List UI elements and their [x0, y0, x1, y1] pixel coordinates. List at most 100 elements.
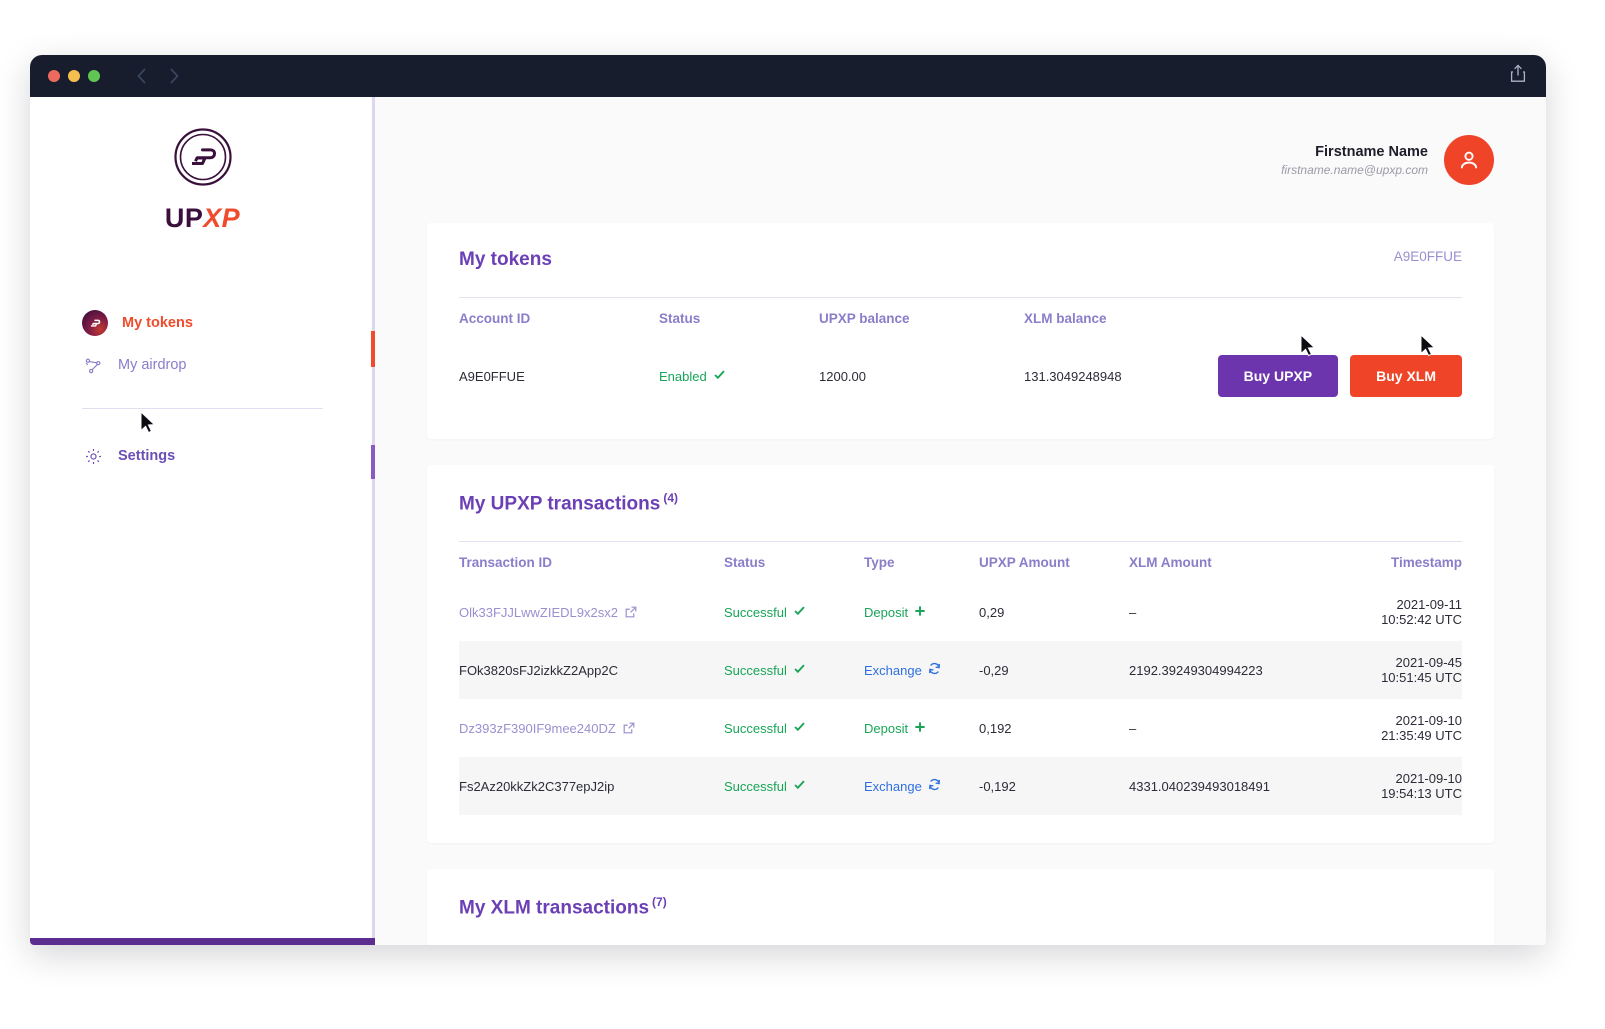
- cell-type: Deposit: [864, 699, 979, 757]
- table-header-row: Account ID Status UPXP balance XLM balan…: [459, 298, 1462, 340]
- table-row: Fs2Az20kkZk2C377epJ2ipSuccessfulExchange…: [459, 757, 1462, 815]
- cell-type: Exchange: [864, 757, 979, 815]
- buy-upxp-button[interactable]: Buy UPXP: [1218, 355, 1338, 397]
- cell-upxp-amount: -0,192: [979, 757, 1129, 815]
- col-xlm-balance: XLM balance: [1024, 298, 1149, 340]
- col-xlm-amount: XLM Amount: [1129, 542, 1379, 584]
- xlm-transactions-card: My XLM transactions(7) Transaction ID St…: [427, 869, 1494, 945]
- chevron-right-icon[interactable]: [169, 67, 180, 85]
- window-body: UPXP My tokens: [30, 97, 1546, 945]
- share-icon[interactable]: [1510, 64, 1526, 88]
- external-link-icon[interactable]: [623, 722, 635, 734]
- brand-wordmark-xp: XP: [203, 203, 240, 233]
- airdrop-icon: [82, 354, 104, 376]
- cell-upxp-amount: -0,29: [979, 641, 1129, 699]
- status-badge: Enabled: [659, 369, 707, 384]
- window-controls[interactable]: [48, 70, 100, 82]
- section-count: (4): [663, 491, 678, 505]
- cell-type: Deposit: [864, 583, 979, 641]
- type-label: Exchange: [864, 663, 922, 678]
- cell-transaction-id: Dz393zF390IF9mee240DZ: [459, 699, 724, 757]
- cell-xlm-amount: 2192.39249304994223: [1129, 641, 1379, 699]
- minimize-window-button[interactable]: [68, 70, 80, 82]
- sidebar-item-my-tokens[interactable]: My tokens: [82, 302, 323, 344]
- upxp-transactions-card: My UPXP transactions(4) Transaction ID S…: [427, 465, 1494, 843]
- check-icon: [793, 720, 806, 736]
- upxp-logo-icon: [173, 127, 233, 187]
- cell-timestamp: 2021-09-10 19:54:13 UTC: [1379, 757, 1462, 815]
- section-count: (7): [652, 895, 667, 909]
- brand-logo: UPXP: [30, 127, 375, 234]
- col-type: Type: [864, 542, 979, 584]
- user-profile[interactable]: Firstname Name firstname.name@upxp.com: [1281, 135, 1494, 185]
- brand-wordmark: UPXP: [165, 203, 240, 234]
- section-title-text: My XLM transactions: [459, 898, 649, 919]
- type-label: Deposit: [864, 605, 908, 620]
- sync-icon: [928, 662, 941, 678]
- cell-transaction-id: Olk33FJJLwwZIEDL9x2sx2: [459, 583, 724, 641]
- sync-icon: [928, 778, 941, 794]
- tokens-table: Account ID Status UPXP balance XLM balan…: [459, 297, 1462, 411]
- cell-status: Successful: [724, 641, 864, 699]
- sidebar: UPXP My tokens: [30, 97, 375, 945]
- browser-window: UPXP My tokens: [30, 55, 1546, 945]
- col-status: Status: [659, 298, 819, 340]
- check-icon: [713, 368, 726, 384]
- cell-transaction-id: Fs2Az20kkZk2C377epJ2ip: [459, 757, 724, 815]
- plus-icon: [914, 721, 926, 736]
- table-row: FOk3820sFJ2izkkZ2App2CSuccessful Exchange…: [459, 641, 1462, 699]
- close-window-button[interactable]: [48, 70, 60, 82]
- cell-xlm-amount: –: [1129, 699, 1379, 757]
- cell-timestamp: 2021-09-10 21:35:49 UTC: [1379, 699, 1462, 757]
- buy-xlm-button[interactable]: Buy XLM: [1350, 355, 1462, 397]
- cell-timestamp: 2021-09-45 10:51:45 UTC: [1379, 641, 1462, 699]
- brand-wordmark-up: UP: [165, 203, 203, 233]
- table-row: A9E0FFUE Enabled 1200.00: [459, 339, 1462, 411]
- screenshot-root: UPXP My tokens: [0, 0, 1605, 1029]
- cell-status: Enabled: [659, 339, 819, 411]
- user-email: firstname.name@upxp.com: [1281, 163, 1428, 177]
- cell-type: Exchange: [864, 641, 979, 699]
- check-icon: [793, 604, 806, 620]
- sidebar-item-my-airdrop[interactable]: My airdrop: [82, 344, 323, 386]
- sidebar-item-label: My tokens: [122, 316, 193, 331]
- section-title-upxp: My UPXP transactions(4): [459, 491, 678, 515]
- col-account-id: Account ID: [459, 298, 659, 340]
- sidebar-bottom-bar: [30, 938, 375, 945]
- col-upxp-balance: UPXP balance: [819, 298, 1024, 340]
- cell-upxp-amount: 0,192: [979, 699, 1129, 757]
- cell-timestamp: 2021-09-11 10:52:42 UTC: [1379, 583, 1462, 641]
- sidebar-nav: My tokens My airdrop: [30, 302, 375, 477]
- transaction-id[interactable]: Olk33FJJLwwZIEDL9x2sx2: [459, 605, 618, 620]
- col-status: Status: [724, 542, 864, 584]
- cell-upxp-balance: 1200.00: [819, 339, 1024, 411]
- sidebar-item-settings[interactable]: Settings: [82, 435, 323, 477]
- plus-icon: [914, 605, 926, 620]
- user-name: Firstname Name: [1281, 144, 1428, 160]
- cell-account-id: A9E0FFUE: [459, 339, 659, 411]
- chevron-left-icon[interactable]: [136, 67, 147, 85]
- col-transaction-id: Transaction ID: [459, 542, 724, 584]
- cell-transaction-id: FOk3820sFJ2izkkZ2App2C: [459, 641, 724, 699]
- transaction-id[interactable]: Dz393zF390IF9mee240DZ: [459, 721, 616, 736]
- type-label: Exchange: [864, 779, 922, 794]
- section-title-text: My UPXP transactions: [459, 493, 660, 514]
- check-icon: [793, 662, 806, 678]
- external-link-icon[interactable]: [625, 606, 637, 618]
- section-title-xlm: My XLM transactions(7): [459, 895, 667, 919]
- avatar[interactable]: [1444, 135, 1494, 185]
- cell-xlm-balance: 131.3049248948: [1024, 339, 1149, 411]
- cell-status: Successful: [724, 699, 864, 757]
- col-actions: [1149, 298, 1462, 340]
- cell-xlm-amount: 4331.040239493018491: [1129, 757, 1379, 815]
- transaction-id: Fs2Az20kkZk2C377epJ2ip: [459, 779, 614, 794]
- status-badge: Successful: [724, 663, 787, 678]
- sidebar-item-label: Settings: [118, 449, 175, 464]
- maximize-window-button[interactable]: [88, 70, 100, 82]
- window-titlebar: [30, 55, 1546, 97]
- check-icon: [793, 778, 806, 794]
- page-title: My tokens: [459, 249, 552, 271]
- top-bar: Firstname Name firstname.name@upxp.com: [427, 97, 1494, 223]
- sidebar-item-label: My airdrop: [118, 358, 187, 373]
- type-label: Deposit: [864, 721, 908, 736]
